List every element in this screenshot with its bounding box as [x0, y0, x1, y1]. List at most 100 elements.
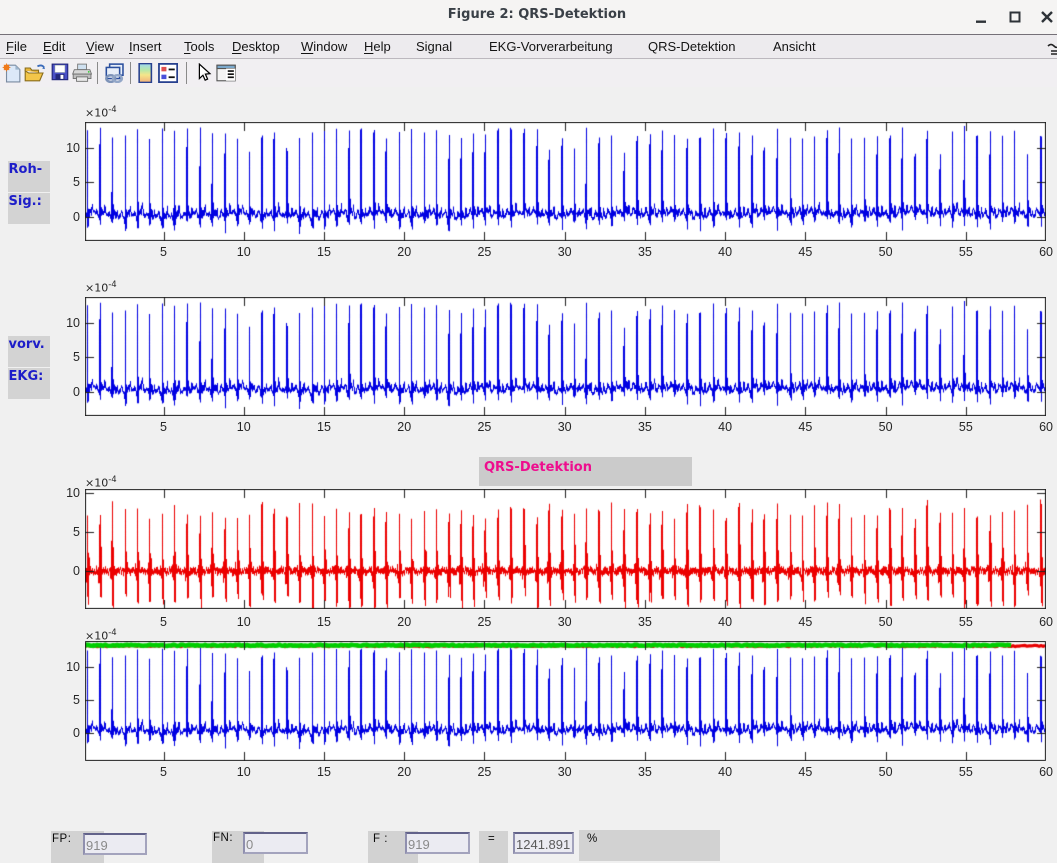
dock-figure-icon	[216, 63, 236, 83]
menu-insert[interactable]: Insert	[129, 39, 162, 54]
ytick-label: 0	[50, 726, 80, 740]
open-file-icon	[24, 63, 48, 83]
menu-edit[interactable]: Edit	[43, 39, 65, 54]
percent-label-box	[579, 830, 720, 861]
xtick-label: 15	[317, 615, 331, 629]
open-file-button[interactable]	[24, 63, 45, 84]
xtick-label: 35	[638, 765, 652, 779]
ytick-label: 0	[50, 210, 80, 224]
xtick-label: 35	[638, 420, 652, 434]
xtick-label: 55	[959, 245, 973, 259]
eq-value-field[interactable]	[513, 832, 574, 854]
ytick-label: 5	[50, 175, 80, 189]
matlab-figure-window: Figure 2: QRS-Detektion File Edit View Inse…	[0, 0, 1057, 863]
plot-detected-beats[interactable]	[85, 641, 1046, 761]
new-figure-icon	[2, 63, 22, 83]
plot-qrs-detection[interactable]	[85, 489, 1046, 609]
title-bar[interactable]: Figure 2: QRS-Detektion	[0, 0, 1057, 34]
insert-colorbar-button[interactable]	[138, 63, 151, 84]
menu-qrs-detektion[interactable]: QRS-Detektion	[648, 39, 735, 54]
xtick-label: 50	[879, 765, 893, 779]
xtick-label: 20	[397, 615, 411, 629]
menu-signal[interactable]: Signal	[416, 39, 452, 54]
xtick-label: 15	[317, 420, 331, 434]
xtick-label: 15	[317, 245, 331, 259]
save-figure-button[interactable]	[51, 63, 67, 84]
toolbar-separator	[130, 62, 131, 84]
eq-label: =	[488, 833, 495, 845]
ytick-label: 10	[50, 486, 80, 500]
xtick-label: 5	[160, 420, 167, 434]
xtick-label: 40	[718, 615, 732, 629]
menu-bar: File Edit View Insert Tools Desktop Window Help…	[0, 34, 1057, 59]
xtick-label: 10	[237, 245, 251, 259]
print-figure-button[interactable]	[72, 63, 90, 84]
fp-value-field[interactable]	[83, 833, 147, 855]
qrs-title: QRS-Detektion	[479, 457, 692, 475]
xtick-label: 25	[477, 615, 491, 629]
ytick-label: 0	[50, 564, 80, 578]
menu-overflow-icon	[1047, 43, 1057, 55]
ytick-label: 5	[50, 693, 80, 707]
fp-label: FP:	[52, 833, 71, 845]
dock-figure-button[interactable]	[216, 63, 234, 84]
toolbar-separator	[186, 62, 187, 84]
xtick-label: 45	[798, 420, 812, 434]
menu-tools[interactable]: Tools	[184, 39, 214, 54]
xtick-label: 50	[879, 420, 893, 434]
f-label: F :	[373, 833, 388, 845]
y-exponent-label: ×10-4	[85, 475, 117, 490]
label-roh: Roh-	[8, 161, 50, 192]
xtick-label: 60	[1039, 420, 1053, 434]
menu-view[interactable]: View	[86, 39, 114, 54]
xtick-label: 10	[237, 420, 251, 434]
xtick-label: 35	[638, 245, 652, 259]
xtick-label: 25	[477, 765, 491, 779]
plot-raw-ecg[interactable]	[85, 122, 1046, 241]
link-plot-button[interactable]	[104, 63, 124, 84]
xtick-label: 40	[718, 420, 732, 434]
ytick-label: 10	[50, 141, 80, 155]
f-value-field[interactable]	[405, 832, 470, 854]
xtick-label: 5	[160, 765, 167, 779]
menu-help[interactable]: Help	[364, 39, 391, 54]
xtick-label: 60	[1039, 615, 1053, 629]
ytick-label: 5	[50, 350, 80, 364]
menu-ekg-vorverarbeitung[interactable]: EKG-Vorverarbeitung	[489, 39, 613, 54]
xtick-label: 55	[959, 420, 973, 434]
xtick-label: 60	[1039, 245, 1053, 259]
fn-label: FN:	[213, 832, 233, 844]
xtick-label: 35	[638, 615, 652, 629]
menu-desktop[interactable]: Desktop	[232, 39, 280, 54]
new-figure-button[interactable]	[2, 63, 20, 84]
window-title: Figure 2: QRS-Detektion	[17, 7, 1057, 22]
xtick-label: 20	[397, 420, 411, 434]
menu-window[interactable]: Window	[301, 39, 347, 54]
edit-plot-icon	[196, 63, 212, 83]
menu-file[interactable]: File	[6, 39, 27, 54]
qrs-title-box: QRS-Detektion	[479, 457, 692, 486]
xtick-label: 20	[397, 765, 411, 779]
xtick-label: 15	[317, 765, 331, 779]
y-exponent-label: ×10-4	[85, 105, 117, 120]
xtick-label: 30	[558, 245, 572, 259]
xtick-label: 30	[558, 615, 572, 629]
insert-colorbar-icon	[138, 63, 153, 83]
close-button[interactable]	[1038, 8, 1056, 26]
xtick-label: 40	[718, 765, 732, 779]
insert-legend-button[interactable]	[158, 63, 176, 84]
plot-preprocessed-ecg[interactable]	[85, 297, 1046, 416]
xtick-label: 5	[160, 615, 167, 629]
xtick-label: 45	[798, 765, 812, 779]
xtick-label: 10	[237, 615, 251, 629]
xtick-label: 60	[1039, 765, 1053, 779]
insert-legend-icon	[158, 63, 178, 83]
maximize-button[interactable]	[1006, 8, 1024, 26]
menu-ansicht[interactable]: Ansicht	[773, 39, 816, 54]
print-figure-icon	[72, 63, 92, 83]
edit-plot-button[interactable]	[196, 63, 210, 84]
minimize-button[interactable]	[973, 8, 991, 26]
xtick-label: 55	[959, 765, 973, 779]
fn-value-field[interactable]	[243, 832, 308, 854]
ytick-label: 10	[50, 316, 80, 330]
